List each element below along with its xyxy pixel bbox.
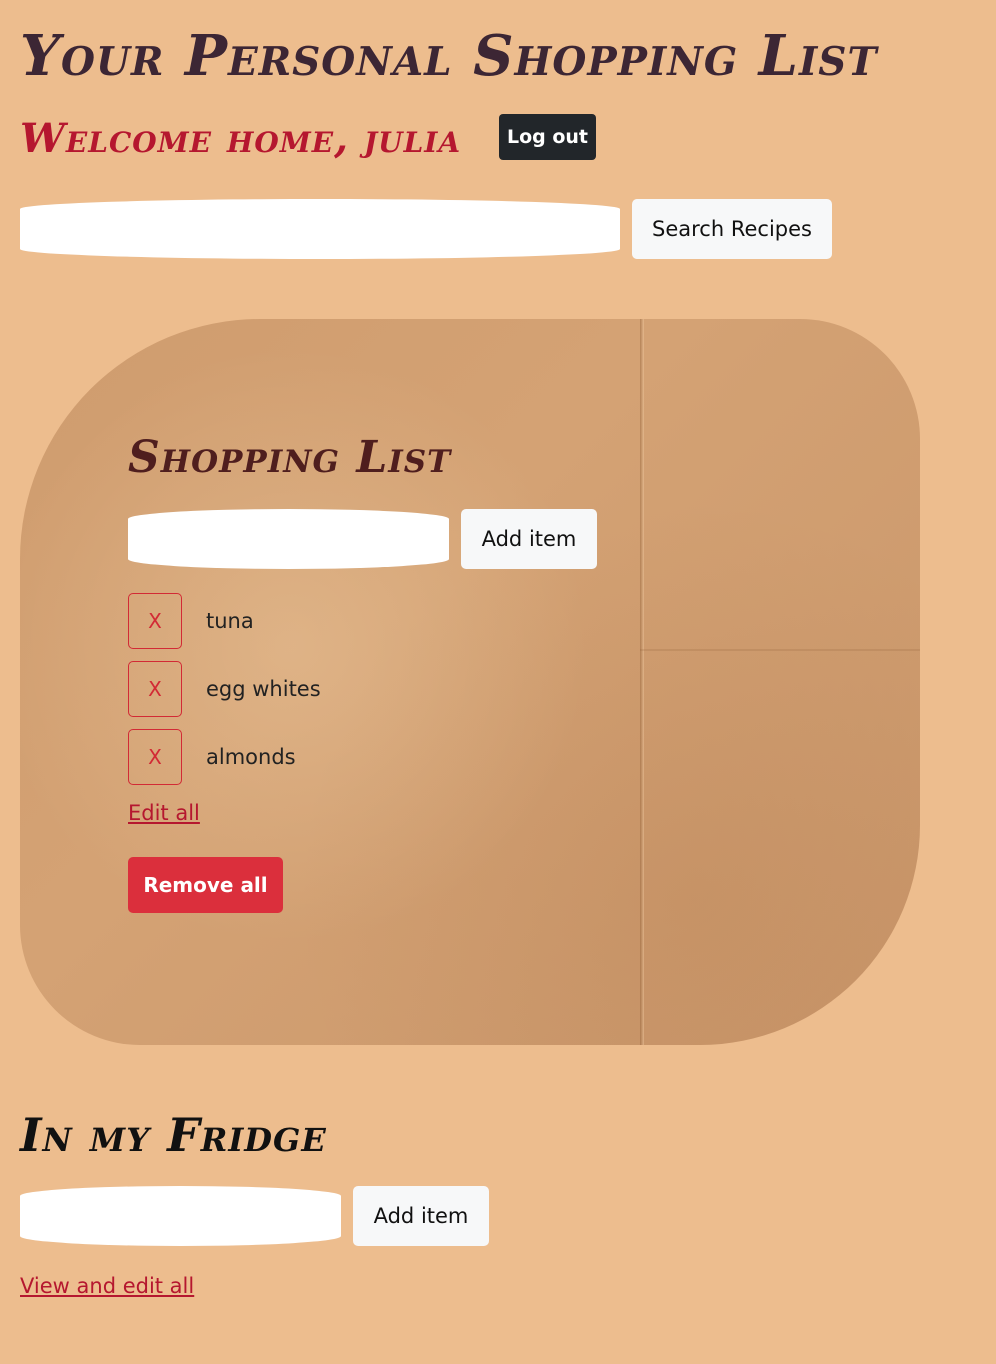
search-recipes-button[interactable]: Search Recipes bbox=[632, 199, 832, 259]
list-item: X almonds bbox=[128, 729, 296, 785]
remove-item-button[interactable]: X bbox=[128, 593, 182, 649]
remove-item-button[interactable]: X bbox=[128, 729, 182, 785]
page-title: Your Personal Shopping List bbox=[20, 23, 878, 89]
list-item-label: egg whites bbox=[206, 677, 321, 701]
shopping-list-title: Shopping List bbox=[128, 432, 452, 483]
fridge-add-item-button[interactable]: Add item bbox=[353, 1186, 489, 1246]
welcome-message: Welcome home, julia bbox=[20, 115, 462, 162]
paper-crease bbox=[640, 649, 920, 651]
list-item-label: tuna bbox=[206, 609, 254, 633]
fridge-title: In my Fridge bbox=[20, 1108, 327, 1162]
remove-all-button[interactable]: Remove all bbox=[128, 857, 283, 913]
logout-button[interactable]: Log out bbox=[499, 114, 596, 160]
edit-all-link[interactable]: Edit all bbox=[128, 801, 200, 825]
list-item: X tuna bbox=[128, 593, 254, 649]
remove-item-button[interactable]: X bbox=[128, 661, 182, 717]
view-and-edit-all-link[interactable]: View and edit all bbox=[20, 1274, 194, 1298]
shopping-list-add-item-button[interactable]: Add item bbox=[461, 509, 597, 569]
paper-fold-line bbox=[640, 319, 644, 1045]
shopping-list-item-input[interactable] bbox=[128, 509, 449, 569]
recipe-search-input[interactable] bbox=[20, 199, 620, 259]
fridge-item-input[interactable] bbox=[20, 1186, 341, 1246]
list-item: X egg whites bbox=[128, 661, 321, 717]
list-item-label: almonds bbox=[206, 745, 296, 769]
